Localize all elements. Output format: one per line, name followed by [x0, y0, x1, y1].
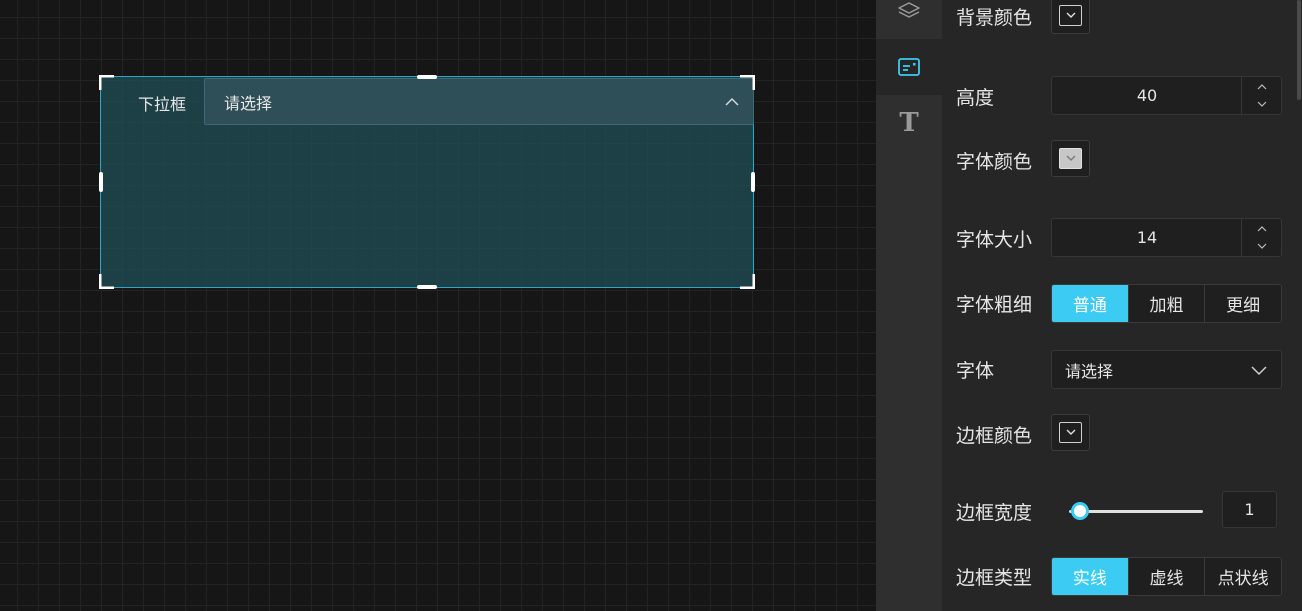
chevron-down-icon [1251, 366, 1267, 376]
tool-strip: T [876, 0, 942, 611]
tool-layers[interactable] [876, 0, 942, 39]
dropdown-widget[interactable]: 下拉框 请选择 [99, 75, 755, 289]
property-panel: 背景颜色 高度 40 字体颜色 字体大小 14 字体粗细 普通 加粗 更细 字体… [942, 0, 1302, 611]
resize-handle-top[interactable] [417, 75, 437, 79]
tool-text[interactable]: T [876, 95, 942, 151]
font-color-label: 字体颜色 [956, 151, 1033, 173]
resize-handle-top-right[interactable] [739, 75, 755, 91]
resize-handle-bottom-left[interactable] [99, 273, 115, 289]
resize-handle-bottom-right[interactable] [739, 273, 755, 289]
chevron-up-icon [1257, 226, 1267, 232]
font-size-label: 字体大小 [956, 229, 1033, 251]
chevron-down-icon [1066, 155, 1075, 161]
resize-handle-bottom[interactable] [417, 285, 437, 289]
chevron-down-icon [1257, 243, 1267, 249]
layers-icon [898, 2, 920, 18]
color-swatch [1059, 148, 1082, 169]
design-canvas[interactable]: 下拉框 请选择 [0, 0, 876, 611]
scrollbar-thumb[interactable] [1297, 0, 1301, 100]
resize-handle-top-left[interactable] [99, 75, 115, 91]
chevron-up-icon [1257, 84, 1267, 90]
border-type-option-dotted[interactable]: 点状线 [1204, 558, 1281, 595]
tool-component[interactable] [876, 39, 942, 95]
stepper-up[interactable] [1242, 78, 1282, 96]
widget-select[interactable]: 请选择 [204, 78, 754, 125]
font-family-select[interactable]: 请选择 [1051, 350, 1282, 389]
text-icon: T [899, 108, 919, 138]
resize-handle-left[interactable] [99, 172, 103, 192]
height-label: 高度 [956, 87, 995, 109]
color-swatch [1059, 5, 1082, 26]
border-type-label: 边框类型 [956, 567, 1033, 589]
font-weight-option-normal[interactable]: 普通 [1052, 285, 1128, 322]
background-color-picker[interactable] [1051, 0, 1090, 34]
font-weight-segmented: 普通 加粗 更细 [1051, 284, 1282, 323]
font-family-label: 字体 [956, 360, 995, 382]
border-width-value[interactable]: 1 [1222, 491, 1277, 528]
font-weight-label: 字体粗细 [956, 294, 1033, 316]
panel-scrollbar[interactable] [1296, 0, 1302, 611]
slider-track[interactable] [1069, 510, 1203, 513]
widget-select-placeholder: 请选择 [224, 93, 273, 113]
chevron-down-icon [1257, 101, 1267, 107]
chevron-up-icon [725, 97, 739, 106]
widget-label: 下拉框 [138, 95, 187, 114]
stepper-down[interactable] [1242, 237, 1282, 255]
color-swatch [1059, 422, 1082, 443]
height-stepper[interactable] [1241, 77, 1281, 114]
slider-thumb[interactable] [1071, 502, 1089, 520]
font-color-picker[interactable] [1051, 140, 1090, 177]
font-size-stepper[interactable] [1241, 219, 1281, 256]
font-size-input[interactable]: 14 [1051, 218, 1282, 257]
height-input[interactable]: 40 [1051, 76, 1282, 115]
stepper-down[interactable] [1242, 95, 1282, 113]
stepper-up[interactable] [1242, 220, 1282, 238]
font-family-placeholder: 请选择 [1065, 361, 1114, 381]
border-width-slider[interactable] [1069, 501, 1203, 521]
border-color-picker[interactable] [1051, 414, 1090, 451]
resize-handle-right[interactable] [751, 172, 755, 192]
font-weight-option-bold[interactable]: 加粗 [1127, 285, 1205, 322]
component-card-icon [898, 58, 920, 76]
border-color-label: 边框颜色 [956, 425, 1033, 447]
border-width-label: 边框宽度 [956, 502, 1033, 524]
border-type-option-dashed[interactable]: 虚线 [1127, 558, 1205, 595]
border-type-option-solid[interactable]: 实线 [1052, 558, 1128, 595]
chevron-down-icon [1066, 429, 1075, 435]
background-color-label: 背景颜色 [956, 7, 1033, 29]
chevron-down-icon [1066, 12, 1075, 18]
height-value[interactable]: 40 [1052, 77, 1242, 114]
font-weight-option-light[interactable]: 更细 [1204, 285, 1281, 322]
border-type-segmented: 实线 虚线 点状线 [1051, 557, 1282, 596]
font-size-value[interactable]: 14 [1052, 219, 1242, 256]
